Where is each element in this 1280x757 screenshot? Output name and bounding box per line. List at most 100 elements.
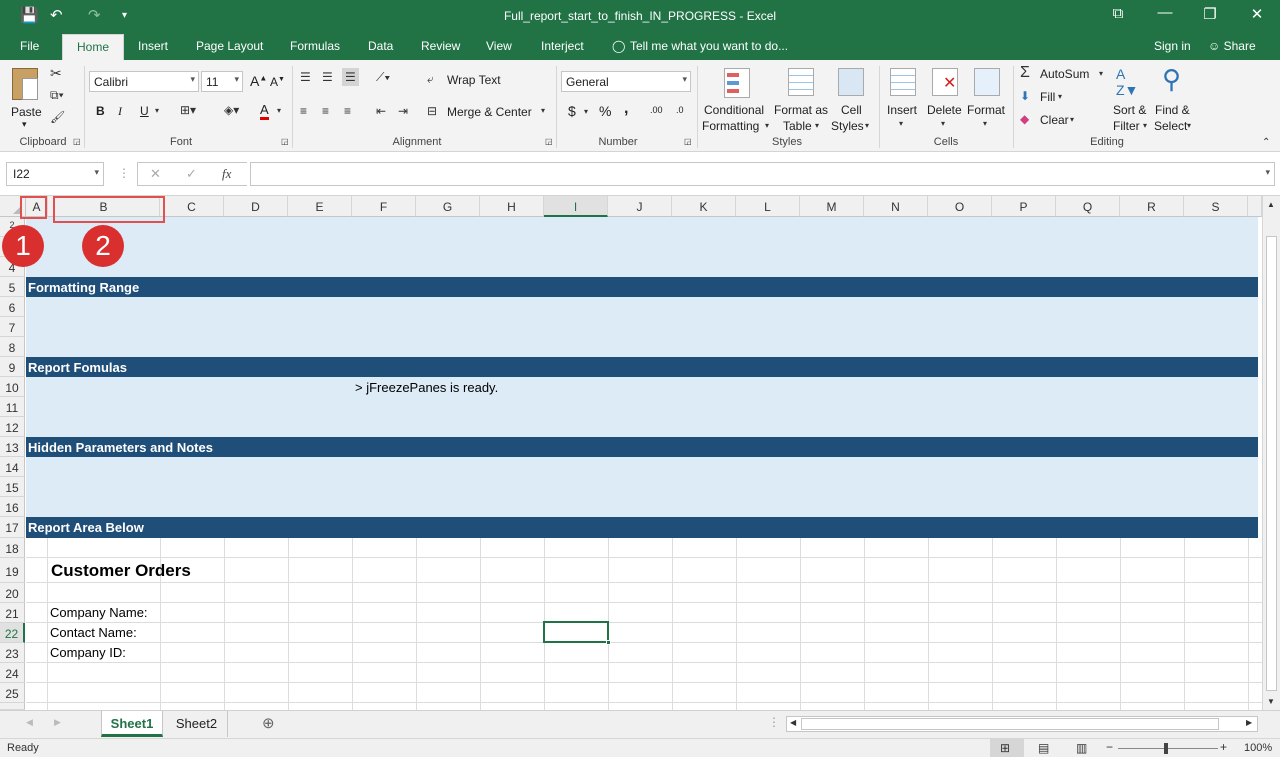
sheet-tab-sheet2[interactable]: Sheet2 (166, 711, 228, 737)
row-header-13[interactable]: 13 (0, 437, 25, 457)
row-header-12[interactable]: 12 (0, 417, 25, 437)
align-left-icon[interactable]: ≡ (300, 104, 307, 118)
zoom-out-icon[interactable]: − (1106, 740, 1113, 754)
col-header-f[interactable]: F (352, 196, 416, 217)
new-sheet-icon[interactable]: ⊕ (262, 714, 275, 732)
insert-function-button[interactable]: fx (222, 166, 231, 182)
bold-button[interactable]: B (96, 104, 105, 118)
col-header-o[interactable]: O (928, 196, 992, 217)
paste-button[interactable]: Paste ▾ (8, 64, 44, 129)
row-header-22[interactable]: 22 (0, 623, 25, 643)
col-header-n[interactable]: N (864, 196, 928, 217)
row-header-18[interactable]: 18 (0, 538, 25, 558)
row-header-5[interactable]: 5 (0, 277, 25, 297)
row-header-23[interactable]: 23 (0, 643, 25, 663)
expand-formula-bar-icon[interactable]: ▾ (1265, 167, 1270, 178)
vertical-scroll-thumb[interactable] (1266, 236, 1277, 691)
zoom-slider-thumb[interactable] (1164, 743, 1168, 754)
scroll-left-icon[interactable]: ◀ (790, 718, 796, 727)
cell-styles-button[interactable]: Cell Styles ▾ (830, 64, 874, 134)
sign-in-link[interactable]: Sign in (1154, 39, 1191, 53)
cancel-formula-icon[interactable]: ✕ (150, 166, 161, 182)
format-cells-button[interactable]: Format ▾ (966, 64, 1008, 134)
scroll-right-icon[interactable]: ▶ (1246, 718, 1252, 727)
row-header-25[interactable]: 25 (0, 683, 25, 703)
row-header-14[interactable]: 14 (0, 457, 25, 477)
copy-icon[interactable]: ⧉▾ (50, 88, 64, 103)
clipboard-launcher-icon[interactable]: ◲ (73, 137, 81, 146)
col-header-l[interactable]: L (736, 196, 800, 217)
fill-handle[interactable] (606, 640, 611, 645)
zoom-slider[interactable] (1118, 748, 1218, 749)
font-color-dropdown-icon[interactable]: ▾ (277, 106, 281, 115)
fill-button[interactable]: ⬇ Fill ▾ (1020, 89, 1080, 107)
tab-split-handle-icon[interactable]: ⋮ (768, 715, 780, 729)
align-bottom-icon[interactable]: ☰ (342, 68, 359, 86)
col-header-p[interactable]: P (992, 196, 1056, 217)
orientation-icon[interactable]: ⟋▾ (376, 70, 390, 85)
increase-indent-icon[interactable]: ⇥ (398, 104, 408, 118)
cut-icon[interactable]: ✂ (50, 65, 62, 82)
collapse-ribbon-icon[interactable]: ⌃ (1262, 137, 1270, 148)
currency-button[interactable]: $ (568, 103, 576, 119)
row-header-6[interactable]: 6 (0, 297, 25, 317)
currency-dropdown-icon[interactable]: ▾ (584, 107, 588, 116)
row-header-17[interactable]: 17 (0, 517, 25, 538)
conditional-formatting-button[interactable]: Conditional Formatting ▾ (702, 64, 772, 134)
sort-filter-button[interactable]: A Z▼ Sort & Filter ▾ (1112, 64, 1152, 134)
cell-b21-company-name[interactable]: Company Name: (50, 605, 148, 620)
col-header-h[interactable]: H (480, 196, 544, 217)
font-launcher-icon[interactable]: ◲ (281, 137, 289, 146)
merge-center-button[interactable]: ⊟ Merge & Center ▾ (427, 104, 551, 122)
alignment-launcher-icon[interactable]: ◲ (545, 137, 553, 146)
insert-cells-button[interactable]: Insert ▾ (884, 64, 922, 134)
autosum-button[interactable]: Σ AutoSum ▾ (1020, 64, 1110, 84)
tab-interject[interactable]: Interject (541, 39, 584, 53)
tab-formulas[interactable]: Formulas (290, 39, 340, 53)
find-select-button[interactable]: ⚲ Find & Select ▾ (1154, 64, 1196, 134)
align-top-icon[interactable]: ☰ (300, 70, 311, 84)
decrease-indent-icon[interactable]: ⇤ (376, 104, 386, 118)
row-header-19[interactable]: 19 (0, 558, 25, 583)
cell-f10-freeze-message[interactable]: > jFreezePanes is ready. (355, 380, 498, 395)
vertical-scrollbar[interactable]: ▲ ▼ (1262, 196, 1280, 710)
tab-file[interactable]: File (20, 39, 39, 53)
cell-b19-title[interactable]: Customer Orders (51, 561, 191, 581)
restore-button[interactable]: ❐ (1195, 5, 1225, 23)
page-layout-view-icon[interactable]: ▤ (1038, 741, 1049, 755)
row-header-20[interactable]: 20 (0, 583, 25, 603)
font-size-select[interactable]: 11 ▾ (201, 71, 243, 92)
close-button[interactable]: ✕ (1242, 5, 1272, 23)
sheet-tab-sheet1[interactable]: Sheet1 (101, 711, 163, 737)
formula-input[interactable]: ▾ (250, 162, 1275, 186)
worksheet-grid[interactable]: A B C D E F G H I J K L M N O P Q R S Fo… (0, 196, 1262, 710)
number-format-select[interactable]: General ▾ (561, 71, 691, 92)
tell-me-search[interactable]: Tell me what you want to do... (630, 39, 788, 53)
fill-color-icon[interactable]: ◈▾ (224, 103, 239, 117)
tab-data[interactable]: Data (368, 39, 393, 53)
horizontal-scroll-thumb[interactable] (801, 718, 1219, 730)
minimize-button[interactable]: — (1150, 4, 1180, 21)
row-header-9[interactable]: 9 (0, 357, 25, 377)
active-cell-i22[interactable] (543, 621, 611, 645)
normal-view-button[interactable]: ⊞ (990, 739, 1024, 757)
next-sheet-icon[interactable]: ▶ (54, 717, 61, 728)
decrease-decimal-button[interactable]: .0 (676, 105, 684, 115)
page-break-view-icon[interactable]: ▥ (1076, 741, 1087, 755)
scroll-up-icon[interactable]: ▲ (1267, 200, 1275, 209)
col-header-r[interactable]: R (1120, 196, 1184, 217)
row-header-10[interactable]: 10 (0, 377, 25, 397)
col-header-e[interactable]: E (288, 196, 352, 217)
number-launcher-icon[interactable]: ◲ (684, 137, 692, 146)
align-right-icon[interactable]: ≡ (344, 104, 351, 118)
row-header-24[interactable]: 24 (0, 663, 25, 683)
row-header-11[interactable]: 11 (0, 397, 25, 417)
row-header-15[interactable]: 15 (0, 477, 25, 497)
share-button[interactable]: ☺ Share (1208, 39, 1256, 53)
align-center-icon[interactable]: ≡ (322, 104, 329, 118)
zoom-level[interactable]: 100% (1244, 742, 1272, 754)
zoom-in-icon[interactable]: + (1220, 740, 1227, 754)
row-header-7[interactable]: 7 (0, 317, 25, 337)
horizontal-scrollbar[interactable]: ◀ ▶ (786, 716, 1258, 732)
format-as-table-button[interactable]: Format as Table ▾ (774, 64, 830, 134)
